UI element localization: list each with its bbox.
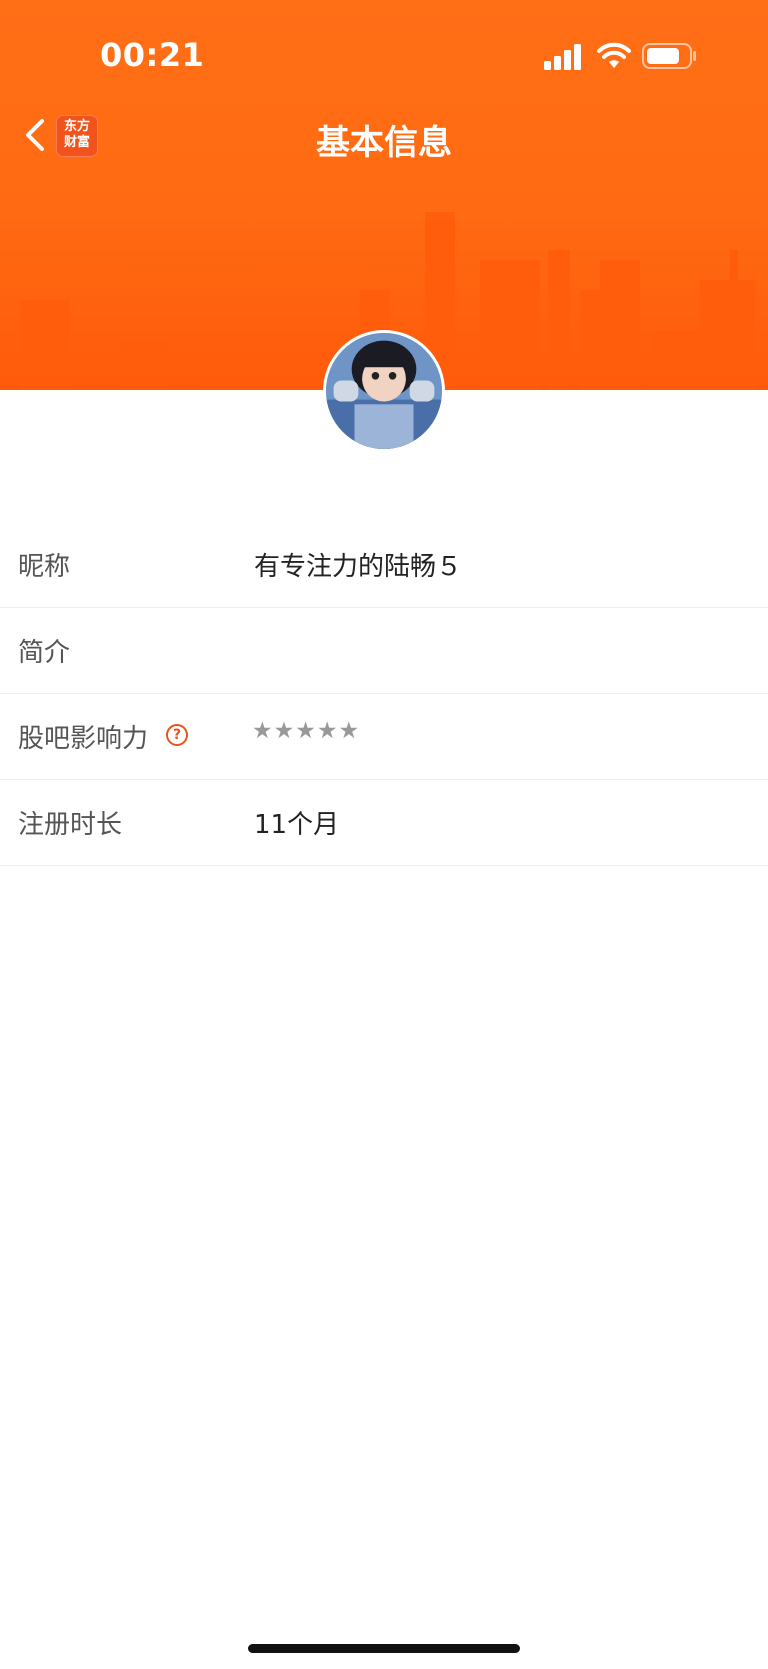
navigation-bar: 东方 财富 基本信息 [0,105,768,165]
status-time: 00:21 [100,36,205,74]
battery-icon [642,43,696,69]
wifi-icon [597,42,631,68]
avatar-image [326,333,442,449]
profile-info-list: 昵称 有专注力的陆畅５ 简介 股吧影响力 ? ★★★★★ 注册时长 11个月 [0,522,768,866]
bio-label: 简介 [18,638,71,668]
registration-duration-label: 注册时长 [18,810,123,840]
nickname-value: 有专注力的陆畅５ [254,552,463,582]
question-circle-icon[interactable]: ? [166,724,188,746]
bio-row[interactable]: 简介 [0,608,768,694]
influence-row: 股吧影响力 ? ★★★★★ [0,694,768,780]
home-indicator[interactable] [248,1644,520,1653]
influence-stars: ★★★★★ [252,718,361,744]
cellular-signal-icon [544,44,581,70]
registration-duration-row: 注册时长 11个月 [0,780,768,866]
nickname-label: 昵称 [18,552,71,582]
nickname-row[interactable]: 昵称 有专注力的陆畅５ [0,522,768,608]
registration-duration-value: 11个月 [254,810,340,840]
influence-label: 股吧影响力 [18,724,149,754]
status-bar: 00:21 [0,0,768,110]
avatar[interactable] [323,330,445,452]
page-title: 基本信息 [316,123,452,163]
